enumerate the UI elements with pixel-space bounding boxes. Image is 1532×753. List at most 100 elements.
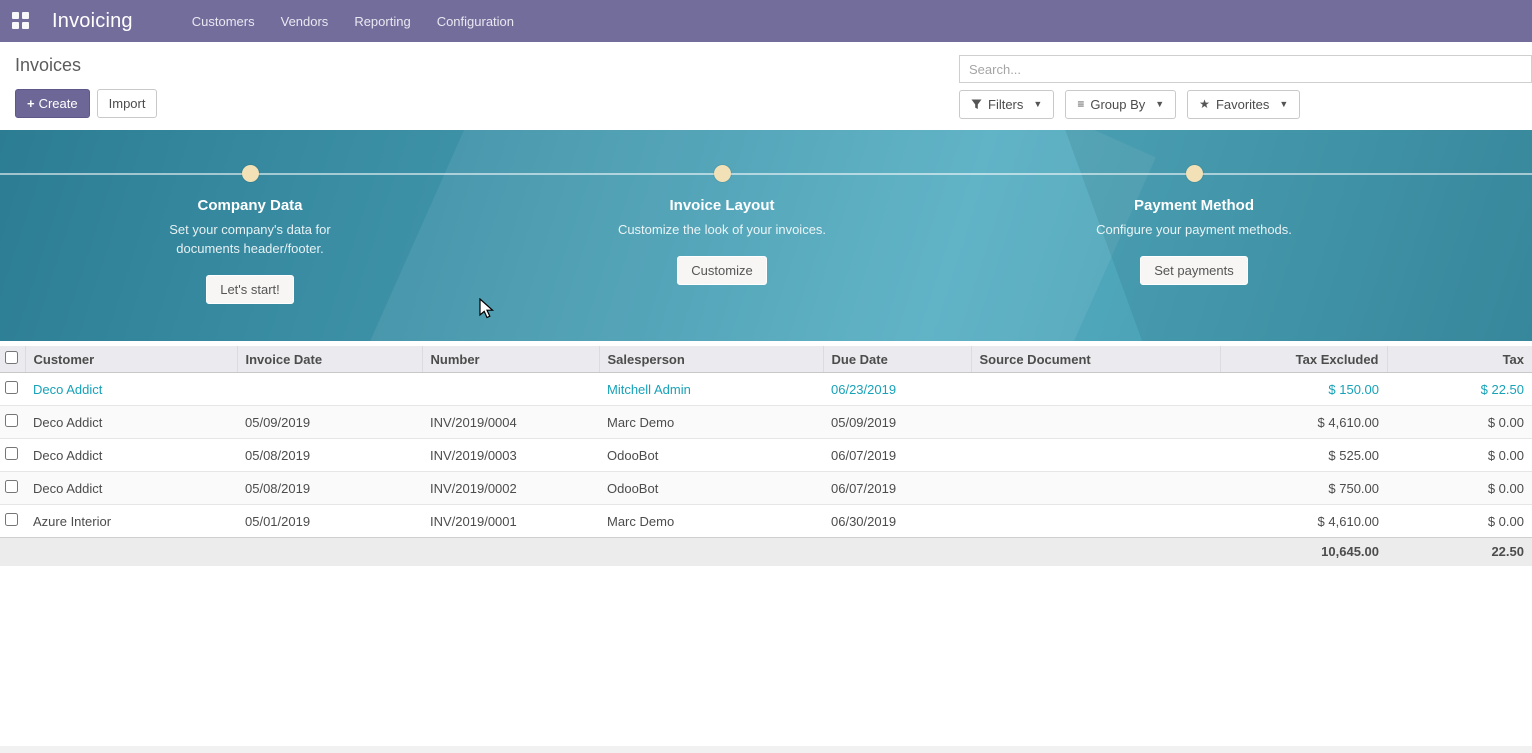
customize-button[interactable]: Customize [677,256,766,285]
control-panel-right: Filters ▼ ≡ Group By ▼ ★ Favorites ▼ [959,55,1532,119]
cell-source-document[interactable] [971,505,1220,538]
row-checkbox[interactable] [5,447,18,460]
cell-source-document[interactable] [971,439,1220,472]
create-button-label: Create [39,96,78,111]
apps-grid-square [22,12,29,19]
invoice-row[interactable]: Azure Interior 05/01/2019 INV/2019/0001 … [0,505,1532,538]
col-due-date[interactable]: Due Date [823,346,971,373]
cell-salesperson[interactable]: OdooBot [599,472,823,505]
lets-start-button[interactable]: Let's start! [206,275,294,304]
invoice-row[interactable]: Deco Addict 05/08/2019 INV/2019/0002 Odo… [0,472,1532,505]
menu-configuration[interactable]: Configuration [424,0,527,42]
row-checkbox[interactable] [5,480,18,493]
col-tax[interactable]: Tax [1387,346,1532,373]
row-checkbox-cell [0,439,25,472]
col-customer[interactable]: Customer [25,346,237,373]
cell-due-date[interactable]: 06/07/2019 [823,439,971,472]
cell-tax[interactable]: $ 0.00 [1387,439,1532,472]
horizontal-scrollbar[interactable] [0,746,1532,753]
search-input[interactable] [959,55,1532,83]
row-checkbox[interactable] [5,414,18,427]
cell-tax[interactable]: $ 22.50 [1387,373,1532,406]
col-salesperson[interactable]: Salesperson [599,346,823,373]
cell-number[interactable]: INV/2019/0003 [422,439,599,472]
row-checkbox[interactable] [5,513,18,526]
group-by-icon: ≡ [1077,96,1084,113]
cell-source-document[interactable] [971,406,1220,439]
cell-tax-excluded[interactable]: $ 750.00 [1220,472,1387,505]
cell-tax[interactable]: $ 0.00 [1387,505,1532,538]
onboarding-step-company-data: Company Data Set your company's data for… [90,165,410,304]
onboarding-step-invoice-layout: Invoice Layout Customize the look of you… [562,165,882,285]
cell-customer[interactable]: Deco Addict [25,373,237,406]
onboarding-step-payment-method: Payment Method Configure your payment me… [1034,165,1354,285]
cell-invoice-date[interactable] [237,373,422,406]
cell-invoice-date[interactable]: 05/09/2019 [237,406,422,439]
row-checkbox[interactable] [5,381,18,394]
cell-due-date[interactable]: 06/23/2019 [823,373,971,406]
cell-tax-excluded[interactable]: $ 525.00 [1220,439,1387,472]
create-button[interactable]: +Create [15,89,90,118]
col-source-document[interactable]: Source Document [971,346,1220,373]
cell-number[interactable]: INV/2019/0001 [422,505,599,538]
import-button[interactable]: Import [97,89,158,118]
apps-grid-square [12,12,19,19]
filter-icon [971,99,982,110]
cell-due-date[interactable]: 05/09/2019 [823,406,971,439]
cell-invoice-date[interactable]: 05/08/2019 [237,439,422,472]
cell-source-document[interactable] [971,373,1220,406]
cell-tax-excluded[interactable]: $ 150.00 [1220,373,1387,406]
invoice-row[interactable]: Deco Addict Mitchell Admin 06/23/2019 $ … [0,373,1532,406]
row-checkbox-cell [0,373,25,406]
cell-customer[interactable]: Deco Addict [25,472,237,505]
cell-customer[interactable]: Azure Interior [25,505,237,538]
table-totals-row: 10,645.00 22.50 [0,538,1532,566]
invoice-row[interactable]: Deco Addict 05/09/2019 INV/2019/0004 Mar… [0,406,1532,439]
cell-invoice-date[interactable]: 05/01/2019 [237,505,422,538]
menu-reporting[interactable]: Reporting [341,0,423,42]
chevron-down-icon: ▼ [1033,96,1042,113]
cell-customer[interactable]: Deco Addict [25,406,237,439]
control-panel: Invoices +Create Import Filters ▼ ≡ Grou… [0,42,1532,130]
apps-grid-square [22,22,29,29]
step-description: Configure your payment methods. [1088,221,1300,240]
invoice-row[interactable]: Deco Addict 05/08/2019 INV/2019/0003 Odo… [0,439,1532,472]
cell-tax-excluded[interactable]: $ 4,610.00 [1220,406,1387,439]
step-title: Company Data [90,197,410,214]
top-navbar: Invoicing Customers Vendors Reporting Co… [0,0,1532,42]
filters-button[interactable]: Filters ▼ [959,90,1054,119]
cell-number[interactable] [422,373,599,406]
select-all-checkbox[interactable] [5,351,18,364]
apps-grid-icon[interactable] [12,12,30,30]
cell-customer[interactable]: Deco Addict [25,439,237,472]
col-invoice-date[interactable]: Invoice Date [237,346,422,373]
cell-due-date[interactable]: 06/30/2019 [823,505,971,538]
set-payments-button[interactable]: Set payments [1140,256,1248,285]
cell-invoice-date[interactable]: 05/08/2019 [237,472,422,505]
app-title[interactable]: Invoicing [52,10,133,33]
cell-number[interactable]: INV/2019/0004 [422,406,599,439]
cell-number[interactable]: INV/2019/0002 [422,472,599,505]
navbar-menu: Customers Vendors Reporting Configuratio… [179,0,527,42]
cell-tax[interactable]: $ 0.00 [1387,472,1532,505]
cell-due-date[interactable]: 06/07/2019 [823,472,971,505]
favorites-button[interactable]: ★ Favorites ▼ [1187,90,1300,119]
cell-salesperson[interactable]: Mitchell Admin [599,373,823,406]
row-checkbox-cell [0,505,25,538]
page-title[interactable]: Invoices [15,55,157,76]
col-tax-excluded[interactable]: Tax Excluded [1220,346,1387,373]
col-number[interactable]: Number [422,346,599,373]
star-icon: ★ [1199,96,1210,113]
cell-tax[interactable]: $ 0.00 [1387,406,1532,439]
cell-salesperson[interactable]: Marc Demo [599,406,823,439]
menu-vendors[interactable]: Vendors [268,0,342,42]
cell-tax-excluded[interactable]: $ 4,610.00 [1220,505,1387,538]
step-dot-icon [242,165,259,182]
chevron-down-icon: ▼ [1155,96,1164,113]
cell-salesperson[interactable]: Marc Demo [599,505,823,538]
group-by-button[interactable]: ≡ Group By ▼ [1065,90,1176,119]
cell-salesperson[interactable]: OdooBot [599,439,823,472]
cell-source-document[interactable] [971,472,1220,505]
menu-customers[interactable]: Customers [179,0,268,42]
filters-button-label: Filters [988,96,1023,113]
